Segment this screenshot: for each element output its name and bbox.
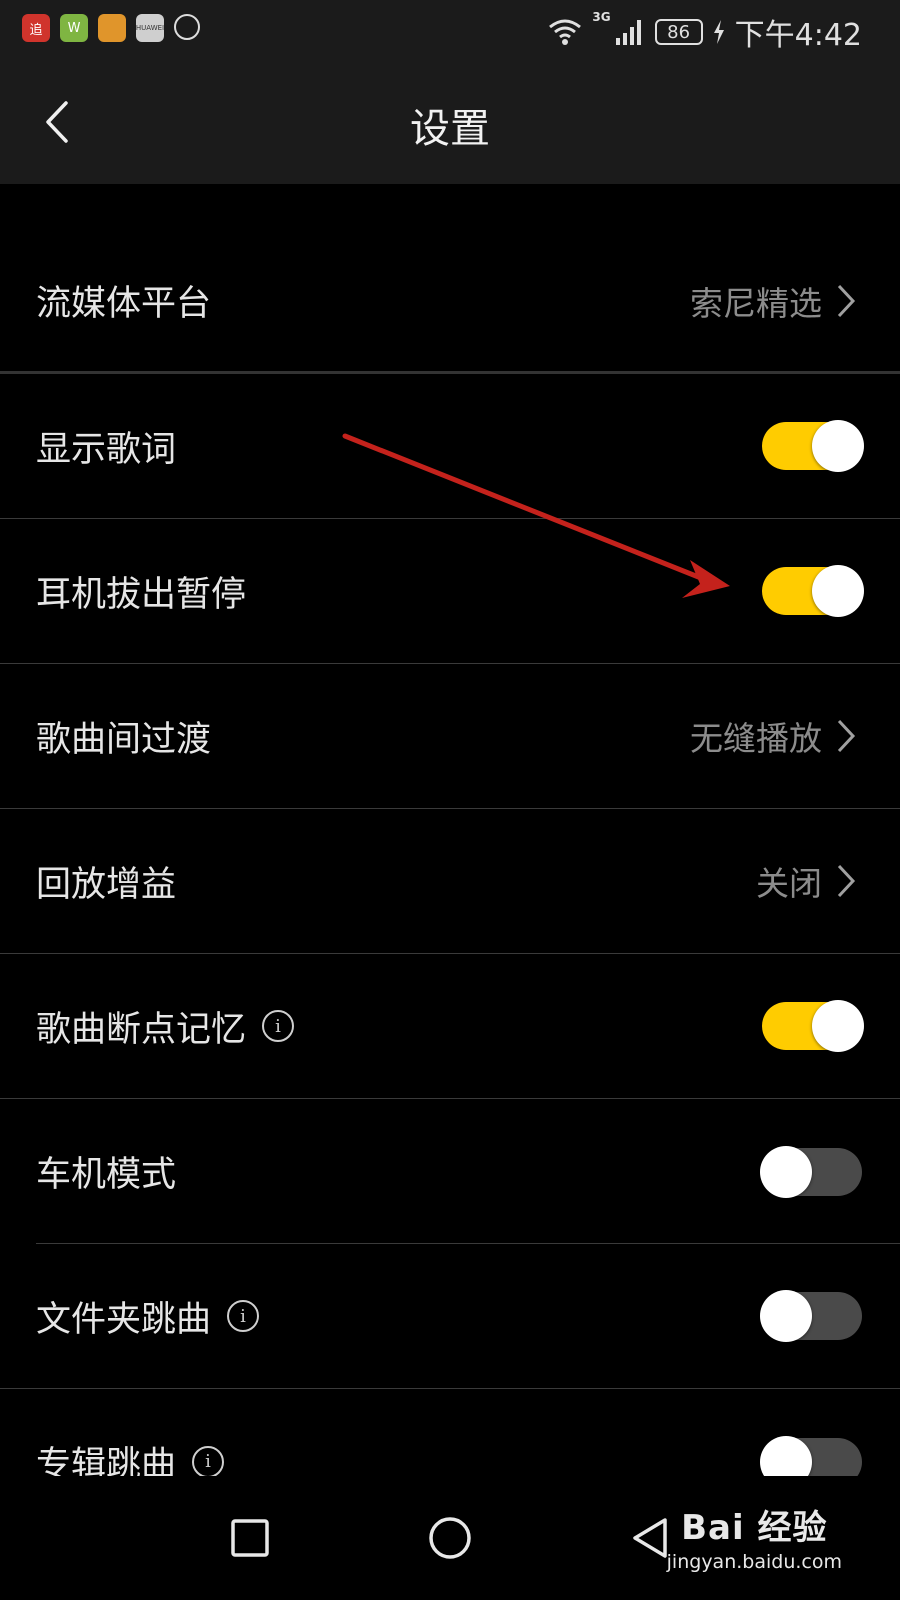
setting-headphone-unplug-pause: 耳机拔出暂停 [0, 519, 900, 664]
cellular-signal-icon [615, 20, 641, 45]
toggle-knob [812, 1000, 864, 1052]
settings-list: 流媒体平台 索尼精选 显示歌词 耳机拔出暂停 歌曲间过渡 无缝播放 回放增益 关… [0, 230, 900, 1534]
setting-value: 关闭 [756, 864, 822, 903]
show-lyrics-toggle[interactable] [762, 420, 864, 472]
notification-icons: 追 W HUAWEI [22, 14, 200, 42]
setting-show-lyrics: 显示歌词 [0, 374, 900, 519]
setting-folder-skip: 文件夹跳曲 i [0, 1244, 900, 1389]
battery-level: 86 [654, 19, 703, 45]
info-icon[interactable]: i [192, 1445, 225, 1478]
toggle-knob [760, 1145, 812, 1198]
baidu-jingyan-watermark: Bai 经验 jingyan.baidu.com [667, 1500, 842, 1573]
setting-label: 文件夹跳曲 [36, 1299, 212, 1340]
recent-apps-button[interactable] [210, 1498, 290, 1578]
toggle-knob [760, 1290, 812, 1342]
hand-icon [174, 14, 200, 40]
square-icon [231, 1519, 269, 1557]
setting-label: 流媒体平台 [36, 284, 212, 324]
chevron-right-icon [836, 861, 864, 901]
setting-streaming-platform[interactable]: 流媒体平台 索尼精选 [0, 230, 900, 374]
triangle-back-icon [633, 1518, 667, 1558]
headphone-unplug-pause-toggle[interactable] [762, 565, 864, 617]
setting-label: 歌曲断点记忆 [36, 1009, 247, 1050]
folder-skip-toggle[interactable] [760, 1290, 862, 1342]
setting-label: 歌曲间过渡 [36, 719, 212, 760]
toggle-knob [812, 420, 864, 472]
setting-song-transition[interactable]: 歌曲间过渡 无缝播放 [0, 664, 900, 809]
setting-replay-gain[interactable]: 回放增益 关闭 [0, 809, 900, 954]
title-bar: 设置 [0, 62, 900, 184]
setting-value: 无缝播放 [690, 719, 822, 758]
navigation-bar: Bai 经验 jingyan.baidu.com [0, 1476, 900, 1600]
watermark-url: jingyan.baidu.com [666, 1551, 842, 1573]
app-notification-icon: 追 [22, 14, 50, 42]
car-mode-toggle[interactable] [760, 1145, 862, 1198]
resume-playback-toggle[interactable] [762, 1000, 864, 1052]
circle-icon [429, 1517, 471, 1559]
info-icon[interactable]: i [262, 1010, 295, 1042]
app-notification-icon [98, 14, 126, 42]
setting-label: 回放增益 [36, 864, 177, 905]
setting-label: 耳机拔出暂停 [36, 574, 247, 615]
app-notification-icon: W [60, 14, 88, 42]
setting-car-mode: 车机模式 [0, 1099, 900, 1244]
status-clock: 下午4:42 [734, 18, 862, 53]
toggle-knob [812, 565, 864, 617]
status-bar: 追 W HUAWEI 3G 86 下午4:42 [0, 0, 900, 62]
huawei-notification-icon: HUAWEI [136, 14, 164, 42]
status-indicators: 3G 86 下午4:42 [548, 10, 862, 54]
network-type-label: 3G [592, 10, 611, 24]
page-title: 设置 [410, 106, 490, 152]
home-button[interactable] [410, 1498, 490, 1578]
wifi-icon [549, 19, 582, 45]
setting-value: 索尼精选 [690, 283, 822, 323]
chevron-right-icon [836, 281, 864, 321]
chevron-right-icon [836, 716, 864, 756]
watermark-brand: Bai 经验 [681, 1508, 828, 1548]
setting-resume-playback: 歌曲断点记忆 i [0, 954, 900, 1099]
charging-icon [713, 20, 724, 44]
info-icon[interactable]: i [227, 1300, 260, 1332]
setting-label: 显示歌词 [36, 429, 177, 470]
setting-label: 车机模式 [36, 1155, 177, 1195]
